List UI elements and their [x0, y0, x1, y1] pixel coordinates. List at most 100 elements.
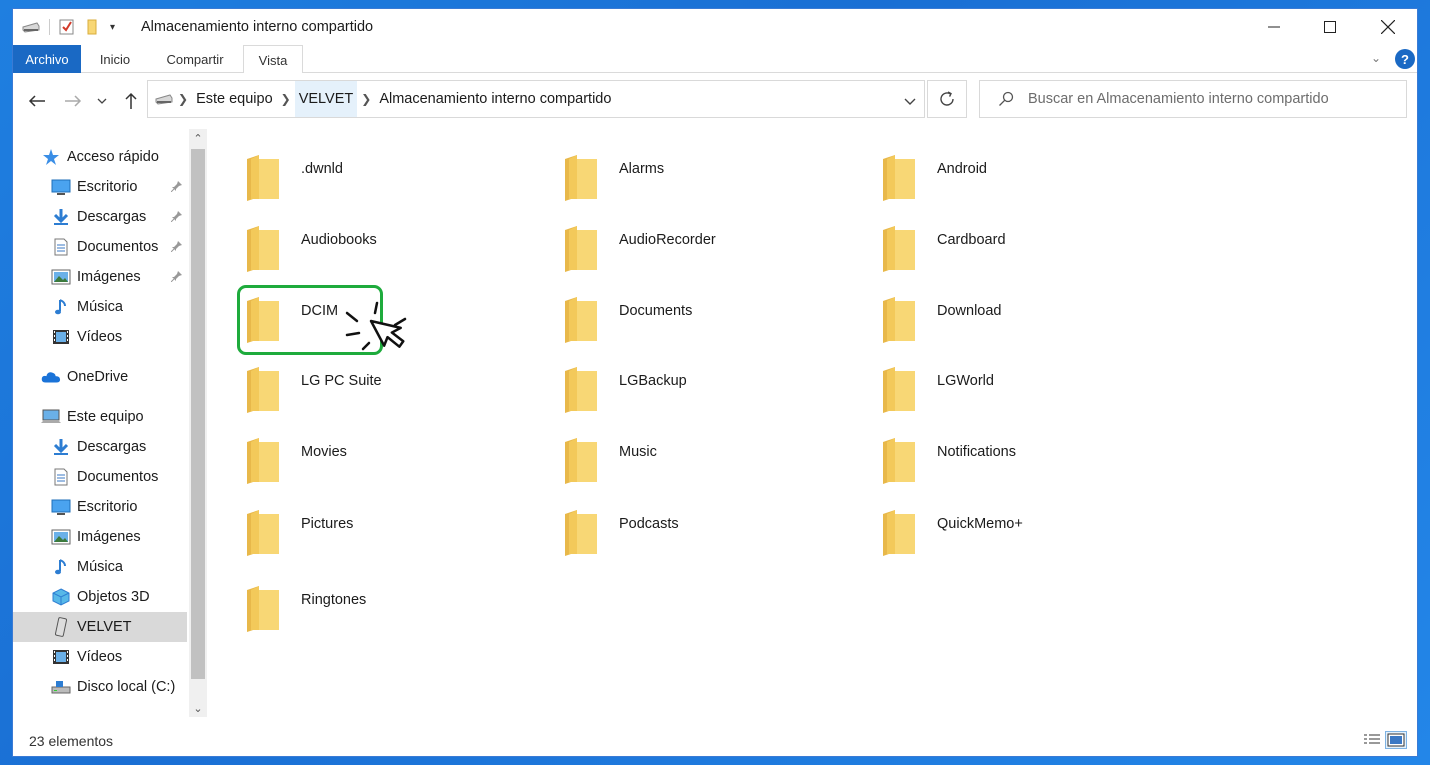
- address-dropdown-button[interactable]: [904, 93, 916, 109]
- back-button[interactable]: [25, 89, 49, 113]
- folder-item[interactable]: Cardboard: [845, 210, 1145, 278]
- sidebar-item-escritorio[interactable]: Escritorio: [13, 172, 187, 202]
- folder-item[interactable]: Alarms: [527, 139, 827, 207]
- file-list: .dwnld Alarms Android Audiobooks AudioRecord…: [209, 129, 1417, 717]
- sidebar-item-vídeos[interactable]: Vídeos: [13, 322, 187, 352]
- close-icon: [1381, 20, 1395, 34]
- sidebar-item-label: Descargas: [77, 439, 147, 455]
- help-icon[interactable]: ?: [1395, 49, 1415, 69]
- folder-item[interactable]: Download: [845, 281, 1145, 349]
- folder-name: Alarms: [619, 161, 665, 177]
- folder-item[interactable]: LGBackup: [527, 351, 827, 419]
- folder-item[interactable]: Android: [845, 139, 1145, 207]
- forward-button[interactable]: [61, 89, 85, 113]
- sidebar-item-objetos-3d[interactable]: Objetos 3D: [13, 582, 187, 612]
- folder-icon: [563, 224, 599, 277]
- sidebar-item-documentos[interactable]: Documentos: [13, 232, 187, 262]
- sidebar-item-descargas[interactable]: Descargas: [13, 202, 187, 232]
- folder-item[interactable]: .dwnld: [209, 139, 509, 207]
- folder-name: Documents: [619, 303, 693, 319]
- folder-item[interactable]: Audiobooks: [209, 210, 509, 278]
- large-icons-view-icon: [1387, 733, 1405, 747]
- sidebar-item-este-equipo[interactable]: Este equipo: [13, 402, 187, 432]
- folder-item[interactable]: Movies: [209, 422, 509, 490]
- sidebar-item-label: Documentos: [77, 469, 159, 485]
- computer-icon: [41, 407, 61, 427]
- sidebar-item-vídeos[interactable]: Vídeos: [13, 642, 187, 672]
- new-folder-icon[interactable]: [84, 18, 102, 36]
- folder-name: LGBackup: [619, 373, 687, 389]
- folder-item[interactable]: QuickMemo+: [845, 494, 1145, 562]
- ribbon-expand-chevron-icon[interactable]: ⌄: [1371, 51, 1381, 65]
- scroll-up-icon[interactable]: ⌃: [189, 129, 207, 147]
- details-view-button[interactable]: [1361, 731, 1383, 749]
- folder-name: Notifications: [937, 444, 1016, 460]
- sidebar-item-label: Vídeos: [77, 649, 123, 665]
- sidebar-item-música[interactable]: Música: [13, 552, 187, 582]
- scroll-down-icon[interactable]: ⌄: [189, 699, 207, 717]
- close-button[interactable]: [1359, 9, 1417, 45]
- sidebar-item-escritorio[interactable]: Escritorio: [13, 492, 187, 522]
- folder-icon: [563, 295, 599, 348]
- breadcrumb-este-equipo[interactable]: Este equipo: [192, 81, 277, 117]
- tab-vista[interactable]: Vista: [243, 45, 303, 74]
- sidebar-item-acceso-rápido[interactable]: Acceso rápido: [13, 142, 187, 172]
- folder-item[interactable]: Podcasts: [527, 494, 827, 562]
- recent-locations-button[interactable]: [95, 89, 109, 113]
- tab-compartir[interactable]: Compartir: [149, 45, 241, 73]
- breadcrumb-velvet[interactable]: VELVET: [294, 81, 358, 117]
- folder-name: Download: [937, 303, 1002, 319]
- chevron-down-icon[interactable]: ▾: [110, 22, 115, 33]
- music-note-icon: [51, 297, 71, 317]
- folder-item[interactable]: AudioRecorder: [527, 210, 827, 278]
- up-arrow-icon: [125, 92, 137, 109]
- breadcrumb-current[interactable]: Almacenamiento interno compartido: [375, 81, 615, 117]
- maximize-icon: [1324, 21, 1336, 33]
- search-box[interactable]: [979, 80, 1407, 118]
- folder-icon: [881, 224, 917, 277]
- tab-inicio[interactable]: Inicio: [87, 45, 143, 73]
- sidebar-item-label: Imágenes: [77, 269, 141, 285]
- maximize-button[interactable]: [1301, 9, 1359, 45]
- folder-icon: [881, 436, 917, 489]
- folder-name: Podcasts: [619, 516, 679, 532]
- address-row: ❯ Este equipo ❯ VELVET ❯ Almacenamiento …: [13, 73, 1417, 129]
- search-input[interactable]: [1028, 91, 1406, 107]
- sidebar-item-música[interactable]: Música: [13, 292, 187, 322]
- folder-icon: [563, 508, 599, 561]
- folder-item[interactable]: Pictures: [209, 494, 509, 562]
- address-bar[interactable]: ❯ Este equipo ❯ VELVET ❯ Almacenamiento …: [147, 80, 925, 118]
- nav-scrollbar[interactable]: ⌃ ⌄: [189, 129, 207, 717]
- sidebar-item-label: OneDrive: [67, 369, 129, 385]
- folder-icon: [563, 153, 599, 206]
- folder-item[interactable]: Music: [527, 422, 827, 490]
- scrollbar-thumb[interactable]: [191, 149, 205, 679]
- breadcrumb-separator-icon[interactable]: ❯: [277, 92, 295, 106]
- folder-item[interactable]: Documents: [527, 281, 827, 349]
- folder-item[interactable]: Notifications: [845, 422, 1145, 490]
- sidebar-item-imágenes[interactable]: Imágenes: [13, 262, 187, 292]
- sidebar-item-documentos[interactable]: Documentos: [13, 462, 187, 492]
- breadcrumb-separator-icon[interactable]: ❯: [174, 92, 192, 106]
- folder-item[interactable]: LGWorld: [845, 351, 1145, 419]
- pin-icon: [170, 240, 183, 256]
- chevron-down-icon: [904, 98, 916, 105]
- sidebar-item-disco-local-c-[interactable]: Disco local (C:): [13, 672, 187, 702]
- folder-name: Pictures: [301, 516, 354, 532]
- refresh-icon: [940, 91, 954, 106]
- sidebar-item-velvet[interactable]: VELVET: [13, 612, 187, 642]
- sidebar-item-onedrive[interactable]: OneDrive: [13, 362, 187, 392]
- large-icons-view-button[interactable]: [1385, 731, 1407, 749]
- sidebar-item-descargas[interactable]: Descargas: [13, 432, 187, 462]
- cube-3d-icon: [51, 587, 71, 607]
- breadcrumb-separator-icon[interactable]: ❯: [357, 92, 375, 106]
- properties-check-icon[interactable]: [58, 18, 76, 36]
- minimize-button[interactable]: [1245, 9, 1303, 45]
- up-button[interactable]: [119, 89, 143, 113]
- refresh-button[interactable]: [927, 80, 967, 118]
- folder-name: Movies: [301, 444, 347, 460]
- pin-icon: [170, 270, 183, 286]
- folder-item[interactable]: Ringtones: [209, 570, 509, 638]
- sidebar-item-imágenes[interactable]: Imágenes: [13, 522, 187, 552]
- tab-archivo[interactable]: Archivo: [13, 45, 81, 73]
